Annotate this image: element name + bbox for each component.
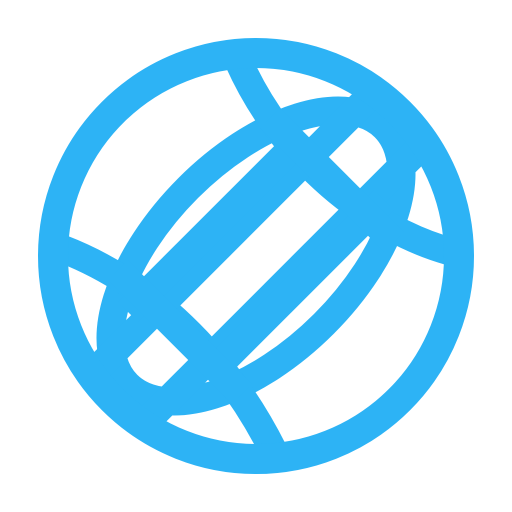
icon-canvas <box>0 0 512 512</box>
globe-icon <box>38 38 474 474</box>
